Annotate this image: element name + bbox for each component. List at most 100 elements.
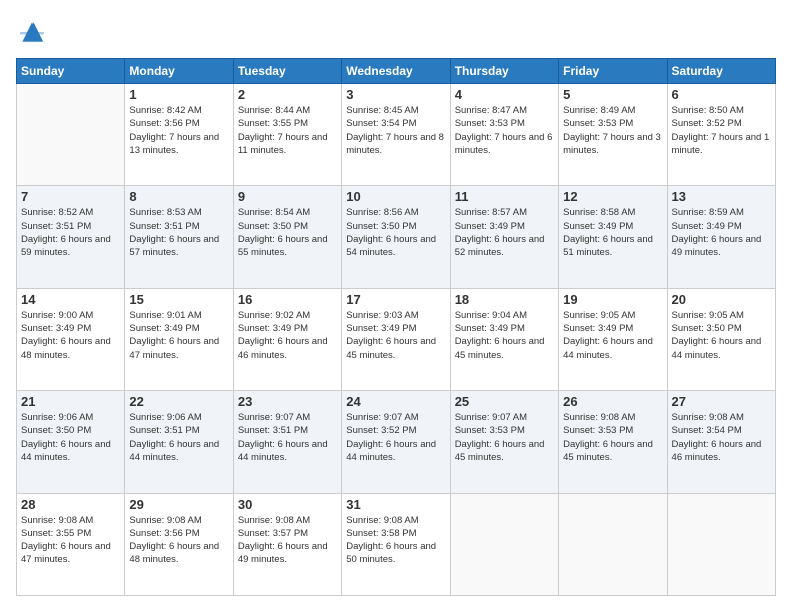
calendar-header-thursday: Thursday: [450, 59, 558, 84]
day-number: 30: [238, 497, 337, 512]
day-number: 4: [455, 87, 554, 102]
calendar-cell: 24 Sunrise: 9:07 AM Sunset: 3:52 PM Dayli…: [342, 391, 450, 493]
day-number: 13: [672, 189, 771, 204]
day-info: Sunrise: 8:58 AM Sunset: 3:49 PM Dayligh…: [563, 206, 662, 259]
day-info: Sunrise: 9:05 AM Sunset: 3:49 PM Dayligh…: [563, 309, 662, 362]
day-number: 3: [346, 87, 445, 102]
day-number: 28: [21, 497, 120, 512]
day-number: 27: [672, 394, 771, 409]
day-number: 12: [563, 189, 662, 204]
day-number: 19: [563, 292, 662, 307]
calendar-table: SundayMondayTuesdayWednesdayThursdayFrid…: [16, 58, 776, 596]
logo-icon: [16, 16, 48, 48]
calendar-week-row: 21 Sunrise: 9:06 AM Sunset: 3:50 PM Dayli…: [17, 391, 776, 493]
day-info: Sunrise: 9:06 AM Sunset: 3:51 PM Dayligh…: [129, 411, 228, 464]
day-number: 23: [238, 394, 337, 409]
header: [16, 16, 776, 48]
day-number: 25: [455, 394, 554, 409]
day-info: Sunrise: 8:47 AM Sunset: 3:53 PM Dayligh…: [455, 104, 554, 157]
calendar-header-saturday: Saturday: [667, 59, 775, 84]
calendar-cell: 12 Sunrise: 8:58 AM Sunset: 3:49 PM Dayli…: [559, 186, 667, 288]
calendar-cell: 29Sunrise: 9:08 AM Sunset: 3:56 PM Dayli…: [125, 493, 233, 595]
day-number: 10: [346, 189, 445, 204]
calendar-cell: 27 Sunrise: 9:08 AM Sunset: 3:54 PM Dayli…: [667, 391, 775, 493]
calendar-cell: 6 Sunrise: 8:50 AM Sunset: 3:52 PM Daylig…: [667, 84, 775, 186]
calendar-cell: 31 Sunrise: 9:08 AM Sunset: 3:58 PM Dayli…: [342, 493, 450, 595]
day-number: 9: [238, 189, 337, 204]
day-info: Sunrise: 8:57 AM Sunset: 3:49 PM Dayligh…: [455, 206, 554, 259]
day-info: Sunrise: 8:59 AM Sunset: 3:49 PM Dayligh…: [672, 206, 771, 259]
day-number: 26: [563, 394, 662, 409]
calendar-week-row: 1Sunrise: 8:42 AM Sunset: 3:56 PM Daylig…: [17, 84, 776, 186]
calendar-cell: [667, 493, 775, 595]
day-info: Sunrise: 8:50 AM Sunset: 3:52 PM Dayligh…: [672, 104, 771, 157]
day-number: 5: [563, 87, 662, 102]
day-info: Sunrise: 9:08 AM Sunset: 3:57 PM Dayligh…: [238, 514, 337, 567]
calendar-cell: 15Sunrise: 9:01 AM Sunset: 3:49 PM Dayli…: [125, 288, 233, 390]
calendar-cell: 1Sunrise: 8:42 AM Sunset: 3:56 PM Daylig…: [125, 84, 233, 186]
day-number: 24: [346, 394, 445, 409]
day-info: Sunrise: 9:04 AM Sunset: 3:49 PM Dayligh…: [455, 309, 554, 362]
day-info: Sunrise: 8:49 AM Sunset: 3:53 PM Dayligh…: [563, 104, 662, 157]
day-number: 2: [238, 87, 337, 102]
calendar-cell: 7Sunrise: 8:52 AM Sunset: 3:51 PM Daylig…: [17, 186, 125, 288]
calendar-week-row: 14 Sunrise: 9:00 AM Sunset: 3:49 PM Dayli…: [17, 288, 776, 390]
day-info: Sunrise: 9:07 AM Sunset: 3:52 PM Dayligh…: [346, 411, 445, 464]
logo: [16, 16, 52, 48]
calendar-cell: 11 Sunrise: 8:57 AM Sunset: 3:49 PM Dayli…: [450, 186, 558, 288]
calendar-cell: 17Sunrise: 9:03 AM Sunset: 3:49 PM Dayli…: [342, 288, 450, 390]
calendar-header-wednesday: Wednesday: [342, 59, 450, 84]
calendar-cell: 25 Sunrise: 9:07 AM Sunset: 3:53 PM Dayli…: [450, 391, 558, 493]
calendar-cell: [17, 84, 125, 186]
calendar-cell: 13 Sunrise: 8:59 AM Sunset: 3:49 PM Dayli…: [667, 186, 775, 288]
calendar-cell: [559, 493, 667, 595]
day-number: 14: [21, 292, 120, 307]
calendar-header-tuesday: Tuesday: [233, 59, 341, 84]
calendar-cell: 4 Sunrise: 8:47 AM Sunset: 3:53 PM Daylig…: [450, 84, 558, 186]
day-info: Sunrise: 8:53 AM Sunset: 3:51 PM Dayligh…: [129, 206, 228, 259]
day-info: Sunrise: 9:08 AM Sunset: 3:56 PM Dayligh…: [129, 514, 228, 567]
calendar-cell: [450, 493, 558, 595]
calendar-week-row: 7Sunrise: 8:52 AM Sunset: 3:51 PM Daylig…: [17, 186, 776, 288]
calendar-cell: 16 Sunrise: 9:02 AM Sunset: 3:49 PM Dayli…: [233, 288, 341, 390]
calendar-cell: 20Sunrise: 9:05 AM Sunset: 3:50 PM Dayli…: [667, 288, 775, 390]
calendar-cell: 2 Sunrise: 8:44 AM Sunset: 3:55 PM Daylig…: [233, 84, 341, 186]
calendar-header-monday: Monday: [125, 59, 233, 84]
calendar-cell: 14 Sunrise: 9:00 AM Sunset: 3:49 PM Dayli…: [17, 288, 125, 390]
calendar-cell: 19 Sunrise: 9:05 AM Sunset: 3:49 PM Dayli…: [559, 288, 667, 390]
day-number: 21: [21, 394, 120, 409]
day-number: 16: [238, 292, 337, 307]
day-info: Sunrise: 8:44 AM Sunset: 3:55 PM Dayligh…: [238, 104, 337, 157]
day-number: 22: [129, 394, 228, 409]
day-number: 11: [455, 189, 554, 204]
day-number: 31: [346, 497, 445, 512]
day-info: Sunrise: 9:08 AM Sunset: 3:55 PM Dayligh…: [21, 514, 120, 567]
calendar-header-row: SundayMondayTuesdayWednesdayThursdayFrid…: [17, 59, 776, 84]
day-number: 7: [21, 189, 120, 204]
calendar-cell: 21 Sunrise: 9:06 AM Sunset: 3:50 PM Dayli…: [17, 391, 125, 493]
calendar-cell: 28 Sunrise: 9:08 AM Sunset: 3:55 PM Dayli…: [17, 493, 125, 595]
calendar-cell: 5 Sunrise: 8:49 AM Sunset: 3:53 PM Daylig…: [559, 84, 667, 186]
day-info: Sunrise: 9:01 AM Sunset: 3:49 PM Dayligh…: [129, 309, 228, 362]
calendar-header-sunday: Sunday: [17, 59, 125, 84]
calendar-cell: 18 Sunrise: 9:04 AM Sunset: 3:49 PM Dayli…: [450, 288, 558, 390]
day-number: 20: [672, 292, 771, 307]
day-number: 17: [346, 292, 445, 307]
day-info: Sunrise: 9:07 AM Sunset: 3:53 PM Dayligh…: [455, 411, 554, 464]
day-info: Sunrise: 9:08 AM Sunset: 3:54 PM Dayligh…: [672, 411, 771, 464]
calendar-cell: 30 Sunrise: 9:08 AM Sunset: 3:57 PM Dayli…: [233, 493, 341, 595]
day-info: Sunrise: 9:08 AM Sunset: 3:58 PM Dayligh…: [346, 514, 445, 567]
day-info: Sunrise: 9:02 AM Sunset: 3:49 PM Dayligh…: [238, 309, 337, 362]
calendar-cell: 22 Sunrise: 9:06 AM Sunset: 3:51 PM Dayli…: [125, 391, 233, 493]
day-info: Sunrise: 9:08 AM Sunset: 3:53 PM Dayligh…: [563, 411, 662, 464]
day-info: Sunrise: 8:45 AM Sunset: 3:54 PM Dayligh…: [346, 104, 445, 157]
day-info: Sunrise: 9:07 AM Sunset: 3:51 PM Dayligh…: [238, 411, 337, 464]
calendar-cell: 10 Sunrise: 8:56 AM Sunset: 3:50 PM Dayli…: [342, 186, 450, 288]
calendar-cell: 9Sunrise: 8:54 AM Sunset: 3:50 PM Daylig…: [233, 186, 341, 288]
day-number: 8: [129, 189, 228, 204]
day-info: Sunrise: 9:00 AM Sunset: 3:49 PM Dayligh…: [21, 309, 120, 362]
day-number: 6: [672, 87, 771, 102]
day-number: 18: [455, 292, 554, 307]
day-info: Sunrise: 9:06 AM Sunset: 3:50 PM Dayligh…: [21, 411, 120, 464]
day-info: Sunrise: 8:56 AM Sunset: 3:50 PM Dayligh…: [346, 206, 445, 259]
